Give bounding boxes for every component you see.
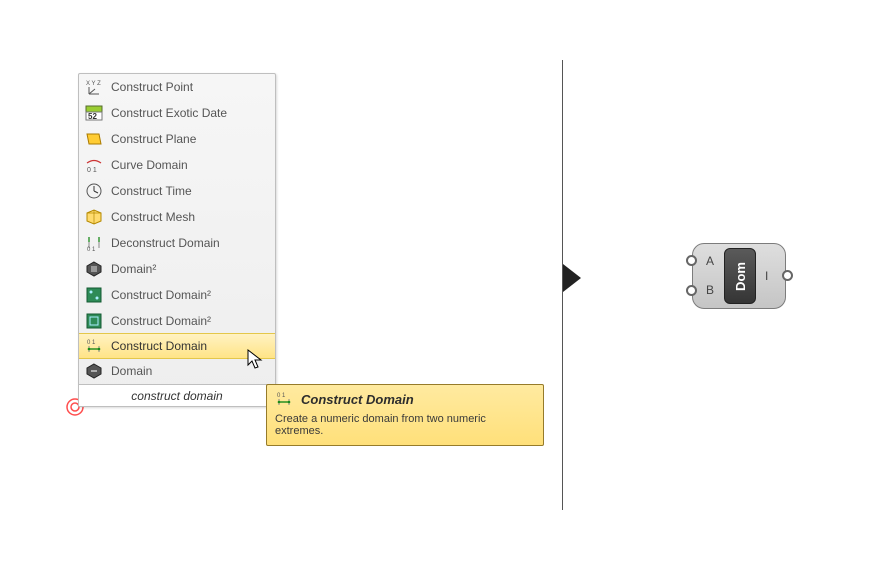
tooltip-title: Construct Domain <box>301 392 414 407</box>
search-text: construct domain <box>131 389 222 403</box>
clock-icon <box>85 182 103 200</box>
menu-item-curve-domain[interactable]: 0 1 Curve Domain <box>79 152 275 178</box>
plane-icon <box>85 130 103 148</box>
menu-item-label: Construct Domain² <box>111 288 211 302</box>
menu-item-label: Curve Domain <box>111 158 188 172</box>
menu-item-label: Construct Time <box>111 184 192 198</box>
menu-item-construct-domain-squared-a[interactable]: Construct Domain² <box>79 282 275 308</box>
tooltip-body: Create a numeric domain from two numeric… <box>267 411 543 445</box>
menu-item-label: Domain² <box>111 262 156 276</box>
menu-item-construct-mesh[interactable]: Construct Mesh <box>79 204 275 230</box>
menu-item-construct-domain-squared-b[interactable]: Construct Domain² <box>79 308 275 334</box>
input-grip-b[interactable] <box>686 285 697 296</box>
menu-item-label: Construct Point <box>111 80 193 94</box>
xyz-icon: X Y Z <box>85 78 103 96</box>
input-label-b: B <box>706 283 714 297</box>
svg-text:52: 52 <box>88 112 97 121</box>
mesh-icon <box>85 208 103 226</box>
menu-item-construct-domain[interactable]: 0 1 Construct Domain <box>79 333 275 359</box>
component-construct-domain[interactable]: A B I Dom <box>684 243 794 309</box>
tooltip: 0 1 Construct Domain Create a numeric do… <box>266 384 544 446</box>
menu-item-label: Construct Mesh <box>111 210 195 224</box>
menu-item-label: Construct Domain <box>111 339 207 353</box>
construct-domain-icon: 0 1 <box>275 390 293 408</box>
input-grip-a[interactable] <box>686 255 697 266</box>
svg-text:0 1: 0 1 <box>87 247 96 252</box>
search-input-row[interactable]: construct domain <box>79 384 275 406</box>
domain-hex-icon <box>85 362 103 380</box>
svg-text:0 1: 0 1 <box>87 167 97 174</box>
divider-arrow-icon <box>563 264 581 292</box>
calendar-icon: 52 <box>85 104 103 122</box>
menu-item-construct-exotic-date[interactable]: 52 Construct Exotic Date <box>79 100 275 126</box>
menu-item-domain-squared[interactable]: Domain² <box>79 256 275 282</box>
menu-item-label: Domain <box>111 364 152 378</box>
input-label-a: A <box>706 254 714 268</box>
svg-text:0 1: 0 1 <box>277 393 286 399</box>
component-name: Dom <box>732 262 747 291</box>
svg-text:0 1: 0 1 <box>87 340 96 346</box>
deconstruct-domain-icon: 0 1 <box>85 234 103 252</box>
menu-item-construct-plane[interactable]: Construct Plane <box>79 126 275 152</box>
domain2-hex-icon <box>85 260 103 278</box>
svg-text:X Y Z: X Y Z <box>86 81 101 87</box>
menu-item-deconstruct-domain[interactable]: 0 1 Deconstruct Domain <box>79 230 275 256</box>
output-label-i: I <box>765 269 768 283</box>
menu-item-construct-point[interactable]: X Y Z Construct Point <box>79 74 275 100</box>
component-search-menu[interactable]: X Y Z Construct Point 52 Construct Exoti… <box>78 73 276 407</box>
output-grip-i[interactable] <box>782 270 793 281</box>
construct-domain-icon: 0 1 <box>85 337 103 355</box>
component-name-strip[interactable]: Dom <box>724 248 756 304</box>
menu-item-label: Deconstruct Domain <box>111 236 220 250</box>
menu-item-domain[interactable]: Domain <box>79 358 275 384</box>
menu-item-label: Construct Plane <box>111 132 196 146</box>
curve-domain-icon: 0 1 <box>85 156 103 174</box>
menu-item-label: Construct Domain² <box>111 314 211 328</box>
domain2-green2-icon <box>85 312 103 330</box>
domain2-green-icon <box>85 286 103 304</box>
menu-item-label: Construct Exotic Date <box>111 106 227 120</box>
menu-item-construct-time[interactable]: Construct Time <box>79 178 275 204</box>
